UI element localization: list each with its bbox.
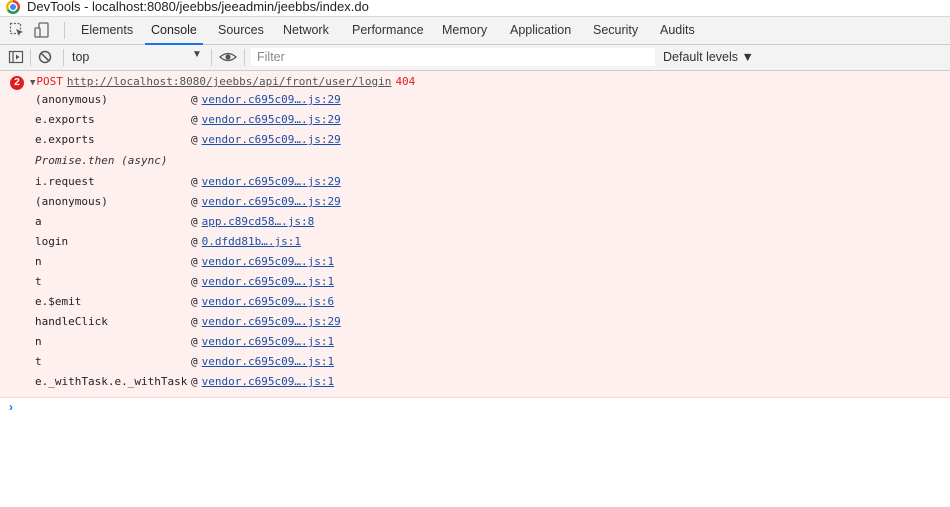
device-toolbar-icon[interactable] xyxy=(34,22,50,38)
stack-frame: (anonymous) @ vendor.c695c09….js:29 xyxy=(35,93,341,106)
stack-frame: login @0.dfdd81b….js:1 xyxy=(35,235,301,248)
tab-security[interactable]: Security xyxy=(593,17,638,44)
expand-triangle-icon[interactable]: ▼ xyxy=(30,78,35,88)
source-link[interactable]: vendor.c695c09….js:29 xyxy=(202,315,341,328)
error-header: ▼POST http://localhost:8080/jeebbs/api/fr… xyxy=(30,74,415,91)
chrome-icon xyxy=(6,0,20,14)
clear-console-icon[interactable] xyxy=(37,49,53,65)
source-link[interactable]: 0.dfdd81b….js:1 xyxy=(202,235,301,248)
tab-memory[interactable]: Memory xyxy=(442,17,487,44)
console-prompt-icon[interactable]: › xyxy=(9,400,13,414)
source-link[interactable]: vendor.c695c09….js:1 xyxy=(202,335,334,348)
toolbar-divider xyxy=(211,49,212,66)
source-link[interactable]: vendor.c695c09….js:29 xyxy=(202,175,341,188)
stack-frame: n @ vendor.c695c09….js:1 xyxy=(35,335,335,348)
async-boundary: Promise.then (async) xyxy=(35,154,168,167)
tab-audits[interactable]: Audits xyxy=(660,17,695,44)
source-link[interactable]: vendor.c695c09….js:1 xyxy=(202,355,334,368)
toolbar-divider xyxy=(30,49,31,66)
tab-console[interactable]: Console xyxy=(145,17,203,45)
devtools-tabbar: Elements Console Sources Network Perform… xyxy=(0,17,950,45)
window-titlebar: DevTools - localhost:8080/jeebbs/jeeadmi… xyxy=(0,0,950,17)
stack-frame: t @ vendor.c695c09….js:1 xyxy=(35,275,335,288)
console-error-message: 2 ▼POST http://localhost:8080/jeebbs/api/… xyxy=(0,71,950,398)
source-link[interactable]: app.c89cd58….js:8 xyxy=(202,215,315,228)
stack-frame: e.exports @ vendor.c695c09….js:29 xyxy=(35,133,341,146)
stack-frame: e.$emit @ vendor.c695c09….js:6 xyxy=(35,295,335,308)
stack-frame: e._withTask.e._withTask @ vendor.c695c09….… xyxy=(35,375,335,388)
inspect-element-icon[interactable] xyxy=(9,22,25,38)
stack-frame: i.request @ vendor.c695c09….js:29 xyxy=(35,175,341,188)
source-link[interactable]: vendor.c695c09….js:29 xyxy=(202,113,341,126)
stack-frame: t @ vendor.c695c09….js:1 xyxy=(35,355,335,368)
stack-frame: (anonymous) @ vendor.c695c09….js:29 xyxy=(35,195,341,208)
live-expression-eye-icon[interactable] xyxy=(219,49,237,65)
stack-frame: a @ app.c89cd58….js:8 xyxy=(35,215,315,228)
tab-application[interactable]: Application xyxy=(510,17,571,44)
request-method: POST xyxy=(36,75,63,88)
stack-frame: n @ vendor.c695c09….js:1 xyxy=(35,255,335,268)
source-link[interactable]: vendor.c695c09….js:29 xyxy=(202,133,341,146)
source-link[interactable]: vendor.c695c09….js:6 xyxy=(202,295,334,308)
tab-network[interactable]: Network xyxy=(283,17,329,44)
tab-elements[interactable]: Elements xyxy=(81,17,133,44)
console-toolbar: top ▼ Default levels ▼ xyxy=(0,45,950,71)
filter-box xyxy=(251,48,655,66)
filter-input[interactable] xyxy=(251,48,647,66)
show-sidebar-icon[interactable] xyxy=(8,49,24,65)
stack-frame: e.exports @ vendor.c695c09….js:29 xyxy=(35,113,341,126)
source-link[interactable]: vendor.c695c09….js:1 xyxy=(202,275,334,288)
source-link[interactable]: vendor.c695c09….js:29 xyxy=(202,195,341,208)
tab-performance[interactable]: Performance xyxy=(352,17,424,44)
request-url-link[interactable]: http://localhost:8080/jeebbs/api/front/u… xyxy=(67,75,392,88)
toolbar-divider xyxy=(244,49,245,66)
stack-frame: handleClick @ vendor.c695c09….js:29 xyxy=(35,315,341,328)
tab-sources[interactable]: Sources xyxy=(218,17,264,44)
context-dropdown-icon[interactable]: ▼ xyxy=(192,49,202,60)
toolbar-divider xyxy=(63,49,64,66)
log-levels-dropdown[interactable]: Default levels ▼ xyxy=(663,50,754,64)
window-title: DevTools - localhost:8080/jeebbs/jeeadmi… xyxy=(27,0,369,14)
source-link[interactable]: vendor.c695c09….js:29 xyxy=(202,93,341,106)
source-link[interactable]: vendor.c695c09….js:1 xyxy=(202,375,334,388)
tabbar-divider xyxy=(64,22,65,39)
context-selector[interactable]: top xyxy=(72,50,89,64)
source-link[interactable]: vendor.c695c09….js:1 xyxy=(202,255,334,268)
status-code: 404 xyxy=(395,75,416,88)
error-count-badge: 2 xyxy=(10,76,24,90)
